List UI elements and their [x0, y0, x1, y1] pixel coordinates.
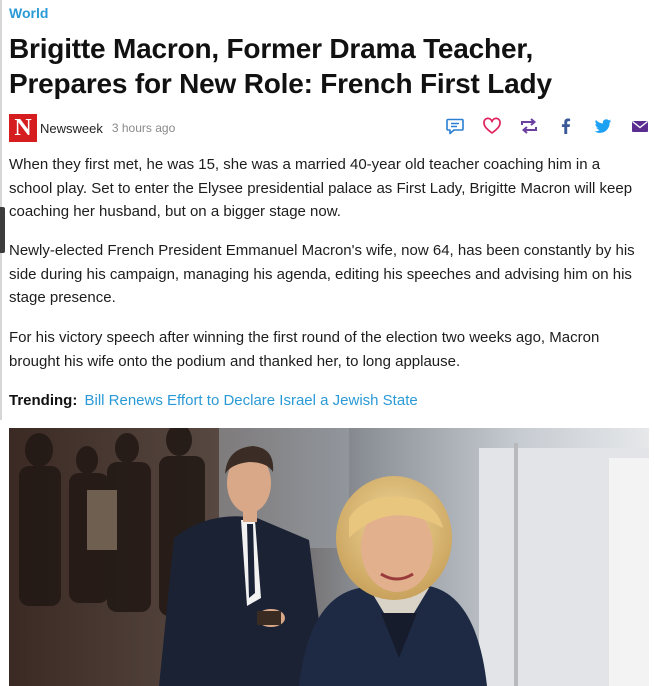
newsweek-logo[interactable]: N — [9, 114, 37, 142]
article-page: World Brigitte Macron, Former Drama Teac… — [0, 0, 654, 686]
share-icon[interactable] — [519, 116, 539, 136]
byline: N Newsweek 3 hours ago — [9, 114, 175, 142]
comment-icon[interactable] — [445, 116, 465, 136]
mail-icon[interactable] — [630, 116, 650, 136]
facebook-icon[interactable] — [556, 116, 576, 136]
article-photo[interactable] — [9, 428, 649, 686]
side-scroll-tab[interactable] — [0, 207, 5, 253]
twitter-icon[interactable] — [593, 116, 613, 136]
category-link[interactable]: World — [9, 5, 48, 21]
article-paragraph: Newly-elected French President Emmanuel … — [9, 242, 635, 306]
action-bar — [428, 116, 650, 136]
publish-time: 3 hours ago — [111, 121, 176, 135]
trending-label: Trending: — [9, 392, 78, 409]
trending-line: Trending: Bill Renews Effort to Declare … — [9, 390, 418, 412]
article-paragraph: For his victory speech after winning the… — [9, 329, 600, 370]
trending-link[interactable]: Bill Renews Effort to Declare Israel a J… — [85, 392, 418, 409]
article-title: Brigitte Macron, Former Drama Teacher, P… — [9, 33, 552, 99]
article-paragraph: When they first met, he was 15, she was … — [9, 156, 633, 220]
source-name[interactable]: Newsweek — [40, 121, 103, 136]
heart-icon[interactable] — [482, 116, 502, 136]
